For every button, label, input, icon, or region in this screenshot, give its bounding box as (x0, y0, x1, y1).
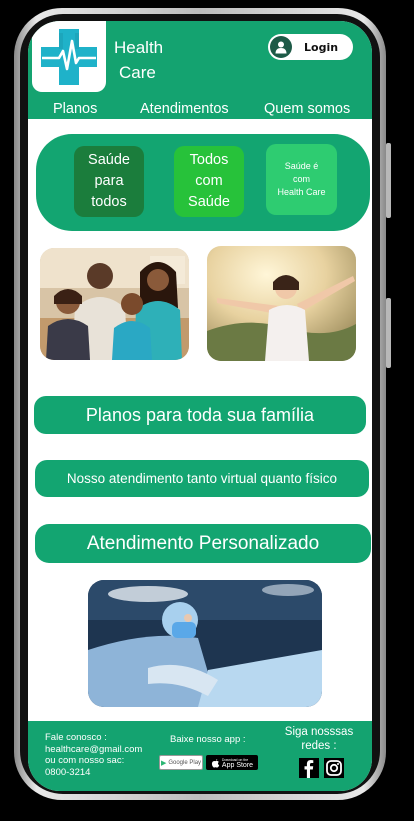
phone-side-button (386, 298, 391, 368)
phone-side-button (386, 143, 391, 218)
highlight-tile-health-care[interactable]: Saúde é com Health Care (266, 144, 337, 215)
health-care-logo[interactable] (32, 21, 106, 92)
main-nav: Planos Atendimentos Quem somos (28, 101, 372, 121)
family-plans-banner[interactable]: Planos para toda sua família (34, 396, 366, 434)
brand-line-1: Health (114, 38, 164, 57)
contact-info: Fale conosco : healthcare@gmail.com ou c… (45, 732, 142, 778)
google-play-label: Google Play (168, 759, 202, 766)
brand-name: Health Care (114, 35, 163, 85)
highlight-tile-label: Saúde é com Health Care (277, 161, 326, 197)
surgeon-photo (88, 580, 322, 707)
download-app-label: Baixe nosso app : (170, 734, 246, 745)
family-photo (40, 248, 189, 360)
brand-line-2: Care (119, 63, 156, 82)
facebook-icon[interactable] (299, 758, 319, 778)
app-store-text: Download on the App Store (222, 757, 253, 769)
service-label: Nosso atendimento tanto virtual quanto f… (66, 471, 338, 486)
app-store-badge[interactable]: Download on the App Store (206, 755, 258, 770)
app-store-label: App Store (221, 761, 254, 769)
app-screen: Health Care Login Planos Atendimentos Qu… (28, 21, 372, 791)
highlights-banner: Saúde para todos Todos com Saúde Saúde é… (36, 134, 370, 231)
login-label: Login (304, 40, 339, 54)
personalized-service-banner[interactable]: Atendimento Personalizado (35, 524, 371, 563)
app-header: Health Care Login Planos Atendimentos Qu… (28, 21, 372, 119)
medical-cross-icon (41, 28, 97, 85)
highlight-tile-todos-com-saude[interactable]: Todos com Saúde (174, 146, 244, 217)
highlight-tile-saude-para-todos[interactable]: Saúde para todos (74, 146, 144, 217)
social-label: Siga nosssas redes : (276, 725, 362, 753)
apple-icon (211, 758, 220, 768)
contact-phone[interactable]: 0800-3214 (45, 767, 142, 779)
login-button[interactable]: Login (268, 34, 353, 60)
service-banner[interactable]: Nosso atendimento tanto virtual quanto f… (35, 460, 369, 497)
nav-item-quem-somos[interactable]: Quem somos (264, 101, 350, 117)
google-play-badge[interactable]: ▶ Google Play (159, 755, 203, 770)
contact-line: ou com nosso sac: (45, 755, 125, 766)
user-icon (270, 36, 292, 58)
social-label-line: redes : (301, 740, 337, 752)
highlight-tile-label: Todos com Saúde (188, 152, 230, 210)
personalized-service-label: Atendimento Personalizado (86, 532, 320, 554)
highlight-tile-label: Saúde para todos (88, 152, 130, 210)
woman-outdoors-photo (207, 246, 356, 361)
contact-line: Fale conosco : (45, 732, 107, 743)
nav-item-planos[interactable]: Planos (53, 101, 97, 117)
family-plans-label: Planos para toda sua família (85, 404, 315, 425)
nav-item-atendimentos[interactable]: Atendimentos (140, 101, 229, 117)
google-play-icon: ▶ (160, 759, 167, 767)
instagram-icon[interactable] (324, 758, 344, 778)
contact-email[interactable]: healthcare@gmail.com (45, 744, 142, 756)
app-footer: Fale conosco : healthcare@gmail.com ou c… (28, 721, 372, 791)
social-label-line: Siga nosssas (284, 726, 354, 738)
